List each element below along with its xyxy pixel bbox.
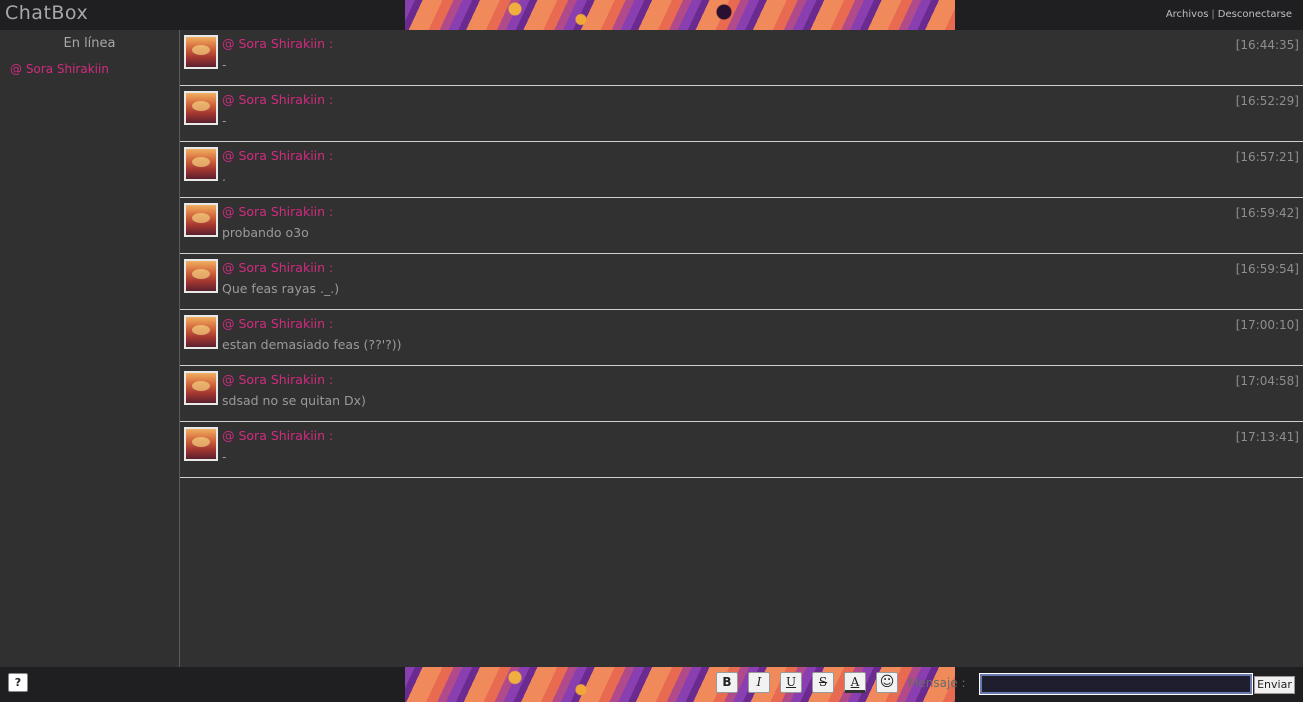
help-button[interactable]: ? — [8, 673, 28, 692]
avatar — [184, 203, 218, 237]
message-username[interactable]: @ Sora Shirakiin : — [222, 260, 333, 275]
chat-message: @ Sora Shirakiin : [16:59:42] probando o… — [180, 198, 1303, 254]
online-title: En línea — [63, 36, 116, 51]
message-text: Que feas rayas ._.) — [222, 281, 340, 296]
message-label: Mensaje : — [908, 676, 966, 690]
chat-message: @ Sora Shirakiin : [16:59:54] Que feas r… — [180, 254, 1303, 310]
avatar — [184, 315, 218, 349]
avatar — [184, 371, 218, 405]
avatar — [184, 147, 218, 181]
top-links: Archivos | Desconectarse — [1166, 9, 1292, 20]
logout-link[interactable]: Desconectarse — [1218, 9, 1292, 20]
online-user[interactable]: @ Sora Shirakiin — [10, 62, 179, 76]
message-username[interactable]: @ Sora Shirakiin : — [222, 92, 333, 107]
send-button[interactable]: Enviar — [1254, 676, 1295, 694]
avatar — [184, 427, 218, 461]
chat-message: @ Sora Shirakiin : [16:52:29] - — [180, 86, 1303, 142]
message-list: @ Sora Shirakiin : [16:44:35] - @ Sora S… — [180, 30, 1303, 667]
chat-message: @ Sora Shirakiin : [17:04:58] sdsad no s… — [180, 366, 1303, 422]
strikethrough-button[interactable]: S — [812, 672, 834, 693]
message-timestamp: [16:59:54] — [1235, 262, 1299, 276]
archives-link[interactable]: Archivos — [1166, 9, 1209, 20]
message-text: probando o3o — [222, 225, 309, 240]
chat-message: @ Sora Shirakiin : [16:57:21] . — [180, 142, 1303, 198]
link-separator: | — [1211, 9, 1215, 20]
message-text: estan demasiado feas (??'?)) — [222, 337, 402, 352]
avatar — [184, 35, 218, 69]
message-text: sdsad no se quitan Dx) — [222, 393, 366, 408]
message-text: - — [222, 113, 227, 128]
underline-button[interactable]: U — [780, 672, 802, 693]
message-timestamp: [16:52:29] — [1235, 94, 1299, 108]
message-username[interactable]: @ Sora Shirakiin : — [222, 36, 333, 51]
app-title: ChatBox — [5, 2, 89, 24]
message-username[interactable]: @ Sora Shirakiin : — [222, 148, 333, 163]
avatar — [184, 91, 218, 125]
smiley-icon[interactable]: ☺ — [876, 672, 898, 693]
message-username[interactable]: @ Sora Shirakiin : — [222, 428, 333, 443]
message-text: - — [222, 57, 227, 72]
message-timestamp: [17:00:10] — [1235, 318, 1299, 332]
chat-message: @ Sora Shirakiin : [16:44:35] - — [180, 30, 1303, 86]
message-input[interactable] — [979, 673, 1253, 695]
chat-message: @ Sora Shirakiin : [17:13:41] - — [180, 422, 1303, 478]
message-username[interactable]: @ Sora Shirakiin : — [222, 372, 333, 387]
composer-bar: ? B I U S A ☺ Mensaje : Enviar — [0, 667, 1303, 702]
header: ChatBox Archivos | Desconectarse — [0, 0, 1303, 30]
message-username[interactable]: @ Sora Shirakiin : — [222, 316, 333, 331]
message-timestamp: [16:59:42] — [1235, 206, 1299, 220]
italic-button[interactable]: I — [748, 672, 770, 693]
message-timestamp: [16:57:21] — [1235, 150, 1299, 164]
message-username[interactable]: @ Sora Shirakiin : — [222, 204, 333, 219]
message-timestamp: [17:13:41] — [1235, 430, 1299, 444]
message-timestamp: [16:44:35] — [1235, 38, 1299, 52]
chat-message: @ Sora Shirakiin : [17:00:10] estan dema… — [180, 310, 1303, 366]
avatar — [184, 259, 218, 293]
message-text: . — [222, 169, 226, 184]
message-text: - — [222, 449, 227, 464]
bold-button[interactable]: B — [716, 672, 738, 693]
online-sidebar: En línea @ Sora Shirakiin — [0, 30, 180, 667]
text-color-button[interactable]: A — [844, 672, 866, 693]
message-timestamp: [17:04:58] — [1235, 374, 1299, 388]
